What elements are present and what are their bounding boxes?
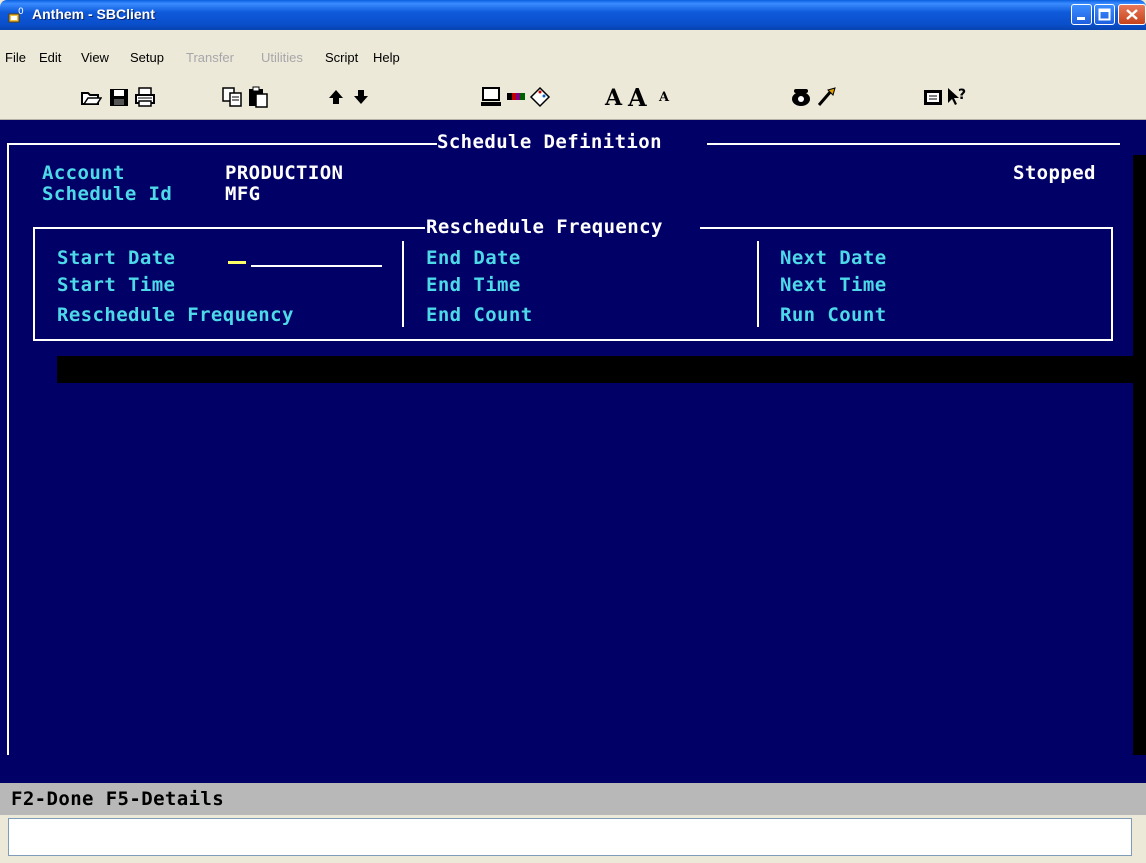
screen-title: Schedule Definition xyxy=(437,131,662,153)
print-icon[interactable] xyxy=(134,86,156,108)
menu-file[interactable]: File xyxy=(5,50,26,65)
function-keys-hint: F2-Done F5-Details xyxy=(11,788,225,810)
right-edge-bar xyxy=(1133,155,1146,755)
menu-transfer[interactable]: Transfer xyxy=(186,50,234,65)
save-icon[interactable] xyxy=(108,86,130,108)
next-time-label: Next Time xyxy=(780,274,887,296)
column-divider-2 xyxy=(757,241,759,327)
maximize-button[interactable] xyxy=(1094,4,1115,25)
menu-bar: File Edit View Setup Transfer Utilities … xyxy=(0,30,1146,77)
account-value: PRODUCTION xyxy=(225,162,344,184)
end-date-label: End Date xyxy=(426,247,521,269)
close-button[interactable] xyxy=(1118,4,1146,25)
start-date-field[interactable] xyxy=(251,265,382,267)
phone-icon[interactable] xyxy=(790,86,812,108)
colors-icon[interactable] xyxy=(505,86,527,108)
up-arrow-icon[interactable] xyxy=(325,86,347,108)
app-icon: 0 xyxy=(7,6,25,24)
font-smaller-icon[interactable]: A xyxy=(659,90,669,105)
frequency-box-right xyxy=(1111,227,1113,340)
input-cursor xyxy=(228,261,246,264)
brush-icon[interactable] xyxy=(815,86,837,108)
menu-help[interactable]: Help xyxy=(373,50,400,65)
minimize-button[interactable] xyxy=(1071,4,1092,25)
start-time-label: Start Time xyxy=(57,274,176,296)
command-input[interactable] xyxy=(8,818,1132,856)
frequency-box-top-left xyxy=(33,227,425,229)
terminal-icon[interactable] xyxy=(480,86,502,108)
menu-script[interactable]: Script xyxy=(325,50,358,65)
run-count-label: Run Count xyxy=(780,304,887,326)
frequency-box-title: Reschedule Frequency xyxy=(426,216,663,238)
column-divider-1 xyxy=(402,241,404,327)
close-icon xyxy=(1126,9,1138,20)
svg-text:0: 0 xyxy=(18,7,24,17)
minimize-icon xyxy=(1077,17,1085,20)
palette-icon[interactable] xyxy=(529,86,551,108)
copy-icon[interactable] xyxy=(221,86,243,108)
end-count-label: End Count xyxy=(426,304,533,326)
frame-left xyxy=(7,143,9,755)
menu-view[interactable]: View xyxy=(81,50,109,65)
account-label: Account xyxy=(42,162,125,184)
font-normal-icon[interactable]: A xyxy=(605,85,622,111)
help-pointer-icon[interactable]: ? xyxy=(946,86,968,108)
maximize-icon xyxy=(1098,8,1111,21)
function-key-bar: F2-Done F5-Details xyxy=(0,783,1146,815)
menu-edit[interactable]: Edit xyxy=(39,50,61,65)
keyboard-icon[interactable] xyxy=(922,86,944,108)
frequency-box-bottom xyxy=(33,339,1113,341)
frequency-box-top-right xyxy=(700,227,1113,229)
start-date-label: Start Date xyxy=(57,247,176,269)
menu-setup[interactable]: Setup xyxy=(130,50,164,65)
header-rule-right xyxy=(707,143,1120,145)
down-arrow-icon[interactable] xyxy=(350,86,372,108)
reschedule-frequency-label: Reschedule Frequency xyxy=(57,304,294,326)
status-text: Stopped xyxy=(1013,162,1096,184)
toolbar: A A A ? xyxy=(0,77,1146,120)
highlight-bar xyxy=(57,356,1146,383)
svg-text:?: ? xyxy=(958,87,966,103)
window-title: Anthem - SBClient xyxy=(32,6,155,22)
command-input-area xyxy=(0,815,1146,863)
frequency-box-left xyxy=(33,227,35,340)
end-time-label: End Time xyxy=(426,274,521,296)
paste-icon[interactable] xyxy=(247,86,269,108)
font-larger-icon[interactable]: A xyxy=(628,83,647,112)
title-bar: 0 Anthem - SBClient xyxy=(0,0,1146,30)
terminal-screen[interactable]: Schedule Definition Account PRODUCTION S… xyxy=(0,120,1146,783)
schedule-id-value: MFG xyxy=(225,183,261,205)
schedule-id-label: Schedule Id xyxy=(42,183,173,205)
next-date-label: Next Date xyxy=(780,247,887,269)
open-icon[interactable] xyxy=(80,86,102,108)
header-rule-left xyxy=(8,143,437,145)
menu-utilities[interactable]: Utilities xyxy=(261,50,303,65)
